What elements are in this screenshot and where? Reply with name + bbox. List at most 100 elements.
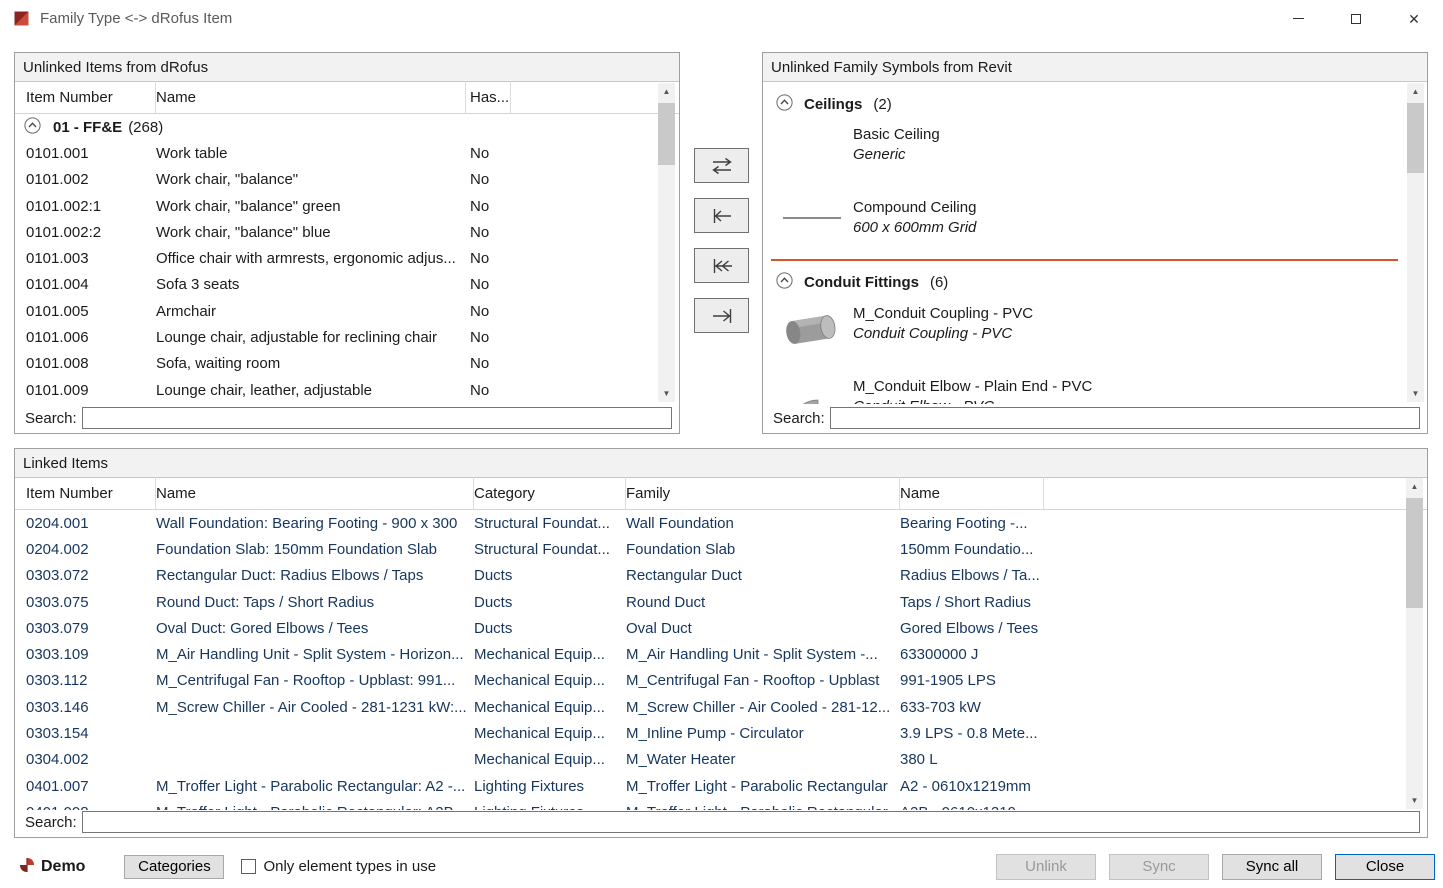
maximize-button[interactable] — [1327, 0, 1385, 37]
link-all-left-button[interactable] — [694, 248, 749, 283]
cell-type-name: 3.9 LPS - 0.8 Mete... — [900, 725, 1044, 742]
scrollbar-track[interactable] — [658, 100, 675, 385]
sync-button[interactable]: Sync — [1109, 854, 1209, 880]
table-row[interactable]: 0303.112 M_Centrifugal Fan - Rooftop - U… — [15, 668, 1427, 694]
table-row[interactable]: 0101.001 Work table No — [15, 140, 679, 166]
table-row[interactable]: 0101.002 Work chair, "balance" No — [15, 167, 679, 193]
unlink-button[interactable]: Unlink — [996, 854, 1096, 880]
table-row[interactable]: 0101.002:1 Work chair, "balance" green N… — [15, 193, 679, 219]
revit-item-basic-ceiling[interactable]: Basic Ceiling Generic — [781, 124, 940, 165]
scrollbar-thumb[interactable] — [658, 103, 675, 165]
cylinder-thumbnail — [781, 303, 843, 355]
minimize-button[interactable] — [1269, 0, 1327, 37]
unlinked-drofus-search-input[interactable] — [82, 407, 672, 429]
cell-name: Oval Duct: Gored Elbows / Tees — [156, 620, 474, 637]
revit-item-conduit-coupling[interactable]: M_Conduit Coupling - PVC Conduit Couplin… — [781, 303, 1033, 355]
linked-items-column-headers: Item Number Name Category Family Name — [15, 477, 1427, 510]
cell-category: Mechanical Equip... — [474, 699, 626, 716]
unlinked-revit-search-input[interactable] — [830, 407, 1420, 429]
table-row[interactable]: 0101.002:2 Work chair, "balance" blue No — [15, 219, 679, 245]
cell-name: Wall Foundation: Bearing Footing - 900 x… — [156, 515, 474, 532]
table-row[interactable]: 0101.003 Office chair with armrests, erg… — [15, 245, 679, 271]
categories-button[interactable]: Categories — [124, 855, 224, 879]
table-row[interactable]: 0303.079 Oval Duct: Gored Elbows / Tees … — [15, 615, 1427, 641]
table-row[interactable]: 0101.009 Lounge chair, leather, adjustab… — [15, 377, 679, 403]
scrollbar-thumb[interactable] — [1407, 103, 1424, 173]
checkbox-label: Only element types in use — [263, 858, 436, 875]
column-header-name[interactable]: Name — [156, 477, 474, 509]
window-title: Family Type <-> dRofus Item — [40, 10, 232, 27]
column-header-has[interactable]: Has... — [466, 81, 511, 113]
revit-group-conduit-fittings[interactable]: Conduit Fittings (6) — [776, 269, 948, 295]
group-count: (2) — [873, 96, 891, 113]
collapse-chevron-icon[interactable] — [776, 272, 793, 293]
linked-items-search-input[interactable] — [82, 811, 1420, 833]
close-button[interactable]: Close — [1335, 854, 1435, 880]
linked-items-panel-title: Linked Items — [15, 449, 1427, 478]
cell-name: Work chair, "balance" — [156, 171, 466, 188]
linked-items-rows: 0204.001 Wall Foundation: Bearing Footin… — [15, 510, 1427, 810]
table-row[interactable]: 0304.002 Mechanical Equip... M_Water Hea… — [15, 747, 1427, 773]
column-header-item-number[interactable]: Item Number — [26, 477, 156, 509]
table-row[interactable]: 0303.072 Rectangular Duct: Radius Elbows… — [15, 563, 1427, 589]
environment-label: Demo — [41, 858, 85, 876]
column-header-type-name[interactable]: Name — [900, 477, 1044, 509]
group-count: (268) — [128, 119, 163, 136]
table-row[interactable]: 0204.001 Wall Foundation: Bearing Footin… — [15, 510, 1427, 536]
cell-family: Rectangular Duct — [626, 567, 900, 584]
collapse-chevron-icon[interactable] — [776, 94, 793, 115]
scrollbar-track[interactable] — [1407, 100, 1424, 385]
table-row[interactable]: 0101.006 Lounge chair, adjustable for re… — [15, 324, 679, 350]
column-header-family[interactable]: Family — [626, 477, 900, 509]
scrollbar-track[interactable] — [1406, 495, 1423, 792]
cell-item-number: 0204.001 — [26, 515, 156, 532]
scroll-up-icon[interactable]: ▲ — [1407, 83, 1424, 100]
unlinked-revit-scrollbar[interactable]: ▲ ▼ — [1407, 83, 1424, 402]
cell-name: Round Duct: Taps / Short Radius — [156, 594, 474, 611]
table-row[interactable]: 0101.008 Sofa, waiting room No — [15, 351, 679, 377]
table-row[interactable]: 0303.154 Mechanical Equip... M_Inline Pu… — [15, 720, 1427, 746]
only-in-use-checkbox-row[interactable]: Only element types in use — [241, 858, 436, 875]
link-selected-left-button[interactable] — [694, 198, 749, 233]
scroll-down-icon[interactable]: ▼ — [658, 385, 675, 402]
swap-link-button[interactable] — [694, 148, 749, 183]
cell-type-name: Gored Elbows / Tees — [900, 620, 1044, 637]
unlink-right-button[interactable] — [694, 298, 749, 333]
cell-family: Round Duct — [626, 594, 900, 611]
cell-item-number: 0101.002 — [26, 171, 156, 188]
scrollbar-thumb[interactable] — [1406, 498, 1423, 608]
column-header-name[interactable]: Name — [156, 81, 466, 113]
close-window-button[interactable]: ✕ — [1385, 0, 1443, 37]
only-in-use-checkbox[interactable] — [241, 859, 256, 874]
cell-name: Sofa, waiting room — [156, 355, 466, 372]
linked-items-scrollbar[interactable]: ▲ ▼ — [1406, 478, 1423, 809]
revit-item-conduit-elbow[interactable]: M_Conduit Elbow - Plain End - PVC Condui… — [781, 376, 1092, 404]
scroll-up-icon[interactable]: ▲ — [658, 83, 675, 100]
scroll-down-icon[interactable]: ▼ — [1406, 792, 1423, 809]
scroll-up-icon[interactable]: ▲ — [1406, 478, 1423, 495]
cell-item-number: 0101.001 — [26, 145, 156, 162]
unlinked-drofus-column-headers: Item Number Name Has... — [15, 81, 679, 114]
table-row[interactable]: 0303.109 M_Air Handling Unit - Split Sys… — [15, 641, 1427, 667]
cell-item-number: 0303.112 — [26, 672, 156, 689]
collapse-chevron-icon[interactable] — [24, 117, 41, 138]
table-row[interactable]: 0101.005 Armchair No — [15, 298, 679, 324]
scroll-down-icon[interactable]: ▼ — [1407, 385, 1424, 402]
revit-group-ceilings[interactable]: Ceilings (2) — [776, 91, 892, 117]
unlinked-drofus-scrollbar[interactable]: ▲ ▼ — [658, 83, 675, 402]
cell-item-number: 0303.079 — [26, 620, 156, 637]
cell-item-number: 0101.005 — [26, 303, 156, 320]
table-row[interactable]: 0204.002 Foundation Slab: 150mm Foundati… — [15, 536, 1427, 562]
type-name: 600 x 600mm Grid — [853, 218, 976, 238]
table-row[interactable]: 0401.008 M_Troffer Light - Parabolic Rec… — [15, 799, 1427, 810]
table-row[interactable]: 0303.146 M_Screw Chiller - Air Cooled - … — [15, 694, 1427, 720]
column-header-category[interactable]: Category — [474, 477, 626, 509]
table-row[interactable]: 0303.075 Round Duct: Taps / Short Radius… — [15, 589, 1427, 615]
drofus-logo-icon — [18, 856, 36, 878]
sync-all-button[interactable]: Sync all — [1222, 854, 1322, 880]
table-row[interactable]: 0401.007 M_Troffer Light - Parabolic Rec… — [15, 773, 1427, 799]
revit-item-compound-ceiling[interactable]: Compound Ceiling 600 x 600mm Grid — [781, 197, 976, 238]
drofus-group-row-ffe[interactable]: 01 - FF&E (268) — [15, 114, 679, 140]
table-row[interactable]: 0101.004 Sofa 3 seats No — [15, 272, 679, 298]
column-header-item-number[interactable]: Item Number — [26, 81, 156, 113]
